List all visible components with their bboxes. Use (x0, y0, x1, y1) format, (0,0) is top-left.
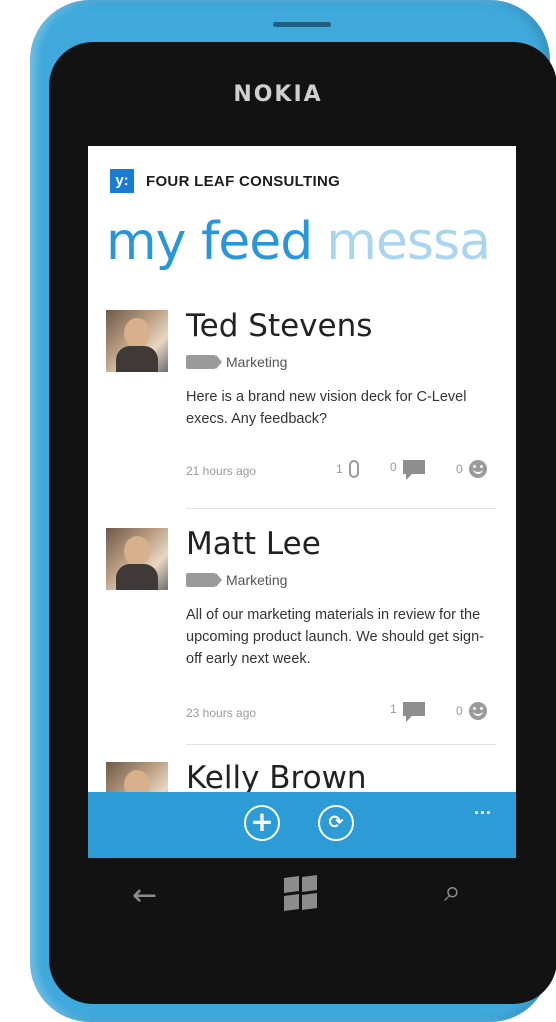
post-author[interactable]: Matt Lee (186, 526, 321, 562)
company-name: FOUR LEAF CONSULTING (146, 172, 341, 190)
comment-icon (402, 460, 425, 480)
post-body: Here is a brand new vision deck for C-Le… (186, 389, 467, 427)
post-author[interactable]: Kelly Brown (186, 760, 367, 796)
pivot-header: my feed messa (106, 212, 491, 272)
more-options-button[interactable]: ... (474, 798, 492, 819)
post-time: 23 hours ago (186, 706, 257, 720)
feed-post[interactable]: Matt Lee Marketing All of our marketing … (106, 526, 496, 728)
search-key-icon[interactable]: ⌕ (444, 874, 461, 909)
tab-messages[interactable]: messa (326, 212, 491, 272)
likes-count[interactable]: 0 (456, 702, 487, 720)
speaker-grille (273, 22, 331, 27)
post-author[interactable]: Ted Stevens (186, 308, 372, 344)
post-group[interactable]: Marketing (186, 352, 287, 372)
app-screen: y: FOUR LEAF CONSULTING my feed messa Ted… (88, 146, 516, 858)
post-divider (186, 508, 496, 509)
likes-count[interactable]: 0 (456, 460, 487, 478)
replies-count[interactable]: 0 (390, 460, 425, 480)
windows-start-key-icon[interactable] (284, 874, 320, 912)
smiley-icon (468, 460, 487, 478)
tab-my-feed[interactable]: my feed (106, 212, 313, 272)
add-post-button[interactable]: + (244, 805, 280, 841)
refresh-button[interactable]: ⟳ (318, 805, 354, 841)
post-divider (186, 744, 496, 745)
post-group[interactable]: Marketing (186, 570, 287, 590)
smiley-icon (468, 702, 487, 720)
attachments-count[interactable]: 1 (336, 460, 359, 478)
device-brand: NOKIA (233, 82, 323, 107)
avatar[interactable] (106, 310, 168, 372)
comment-icon (402, 702, 425, 722)
feed-post[interactable]: Ted Stevens Marketing Here is a brand ne… (106, 308, 496, 490)
yammer-logo-icon: y: (110, 169, 134, 193)
replies-count[interactable]: 1 (390, 702, 425, 722)
back-key-icon[interactable]: ← (132, 878, 157, 913)
group-name: Marketing (226, 354, 288, 370)
application-bar: + ⟳ ... (88, 792, 516, 858)
avatar[interactable] (106, 528, 168, 590)
post-time: 21 hours ago (186, 464, 257, 478)
post-body: All of our marketing materials in review… (186, 607, 484, 667)
group-tag-icon (186, 573, 222, 587)
group-name: Marketing (226, 572, 288, 588)
paperclip-icon (348, 460, 359, 478)
post-meta: 23 hours ago 1 0 (186, 702, 496, 726)
post-meta: 21 hours ago 1 0 0 (186, 460, 496, 484)
network-header: y: FOUR LEAF CONSULTING (110, 168, 340, 194)
group-tag-icon (186, 355, 222, 369)
